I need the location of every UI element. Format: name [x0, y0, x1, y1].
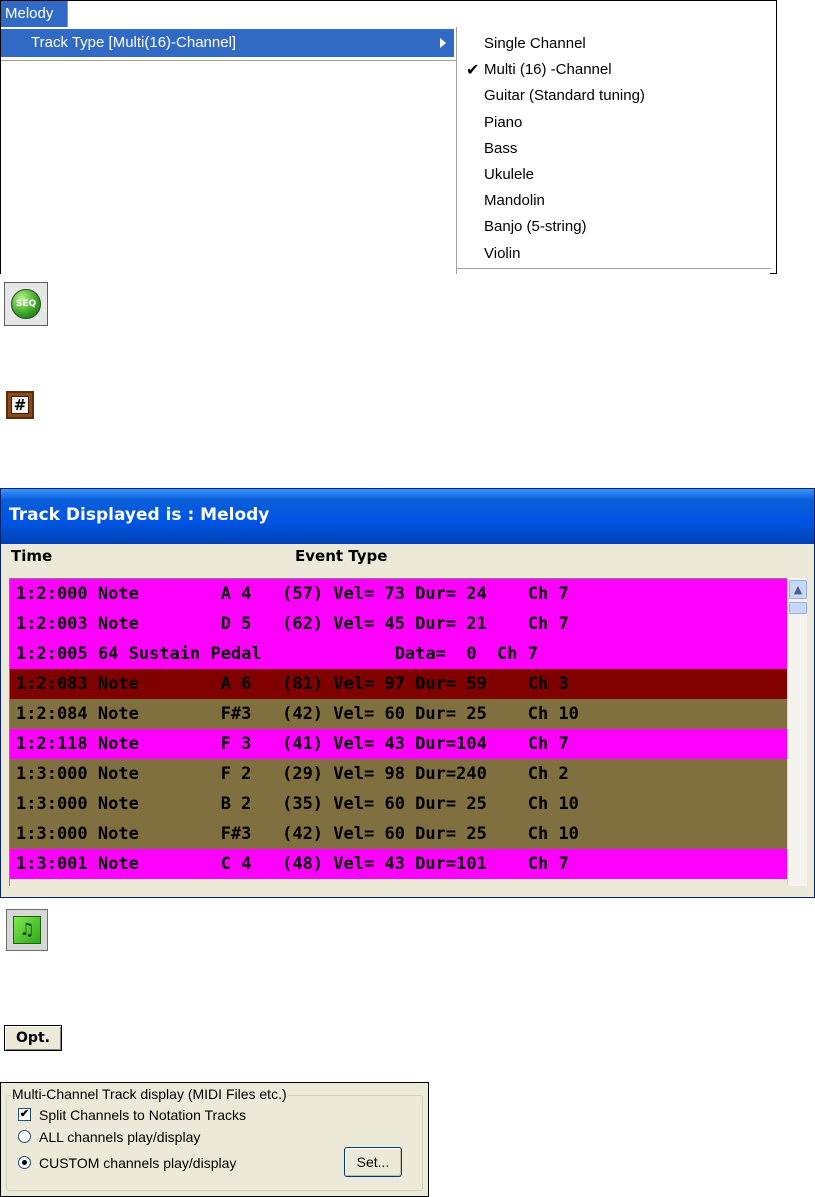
event-window-titlebar: Track Displayed is : Melody: [1, 489, 814, 544]
submenu-item[interactable]: Single Channel: [484, 34, 586, 54]
opt-button[interactable]: Opt.: [4, 1025, 62, 1051]
seq-icon[interactable]: SEQ: [4, 282, 48, 326]
custom-channels-radio[interactable]: [18, 1156, 31, 1169]
column-header-bar: Time Event Type: [1, 544, 814, 568]
menu-separator: [1, 60, 456, 62]
submenu-arrow-icon: [440, 38, 446, 48]
event-row[interactable]: 1:2:083 Note A 6 (81) Vel= 97 Dur= 59 Ch…: [10, 669, 787, 699]
melody-menu-dropdown: Track Type [Multi(16)-Channel]: [1, 27, 456, 274]
event-row[interactable]: 1:3:001 Note C 4 (48) Vel= 43 Dur=101 Ch…: [10, 849, 787, 879]
submenu-item[interactable]: Banjo (5-string): [484, 217, 587, 237]
menu-item-track-type[interactable]: Track Type [Multi(16)-Channel]: [1, 29, 454, 57]
track-type-submenu: ✔ Single Channel Multi (16) -Channel Guita…: [456, 27, 771, 274]
radio-selected-dot: [22, 1160, 27, 1165]
custom-channels-label: CUSTOM channels play/display: [39, 1155, 237, 1171]
event-list[interactable]: 1:2:000 Note A 4 (57) Vel= 73 Dur= 24 Ch…: [9, 578, 787, 886]
hash-icon-label: #: [11, 396, 29, 414]
event-list-window: Track Displayed is : Melody Time Event T…: [0, 488, 815, 898]
event-row[interactable]: 1:2:084 Note F#3 (42) Vel= 60 Dur= 25 Ch…: [10, 699, 787, 729]
column-header-time[interactable]: Time: [11, 544, 52, 568]
split-channels-checkbox[interactable]: ✔: [18, 1108, 31, 1121]
all-channels-label: ALL channels play/display: [39, 1129, 201, 1145]
check-icon: ✔: [466, 60, 480, 79]
submenu-item[interactable]: Piano: [484, 113, 522, 133]
scroll-up-icon[interactable]: ▲: [789, 580, 807, 599]
event-row[interactable]: 1:2:005 64 Sustain Pedal Data= 0 Ch 7: [10, 639, 787, 669]
notation-icon[interactable]: ♫: [6, 909, 48, 951]
scroll-thumb[interactable]: [789, 602, 807, 614]
hash-icon[interactable]: #: [6, 391, 34, 419]
event-row[interactable]: 1:3:000 Note F#3 (42) Vel= 60 Dur= 25 Ch…: [10, 819, 787, 849]
event-window-title: Track Displayed is : Melody: [9, 505, 270, 525]
submenu-item[interactable]: Guitar (Standard tuning): [484, 86, 645, 106]
menu-item-track-type-label: Track Type [Multi(16)-Channel]: [31, 34, 237, 51]
submenu-separator: [457, 268, 771, 270]
event-row[interactable]: 1:2:118 Note F 3 (41) Vel= 43 Dur=104 Ch…: [10, 729, 787, 759]
event-row[interactable]: 1:2:003 Note D 5 (62) Vel= 45 Dur= 21 Ch…: [10, 609, 787, 639]
all-channels-radio[interactable]: [18, 1130, 31, 1143]
event-list-scrollbar[interactable]: ▲: [787, 578, 807, 886]
multi-channel-options-panel: Multi-Channel Track display (MIDI Files …: [0, 1082, 429, 1197]
event-row[interactable]: 1:3:000 Note B 2 (35) Vel= 60 Dur= 25 Ch…: [10, 789, 787, 819]
submenu-item[interactable]: Bass: [484, 139, 517, 159]
submenu-item[interactable]: Ukulele: [484, 165, 534, 185]
seq-icon-label: SEQ: [11, 289, 41, 319]
melody-menu-screenshot: Melody Track Type [Multi(16)-Channel] ✔ …: [0, 0, 777, 274]
column-header-event-type[interactable]: Event Type: [295, 544, 387, 568]
submenu-item[interactable]: Mandolin: [484, 191, 545, 211]
split-channels-label: Split Channels to Notation Tracks: [39, 1107, 246, 1123]
submenu-item[interactable]: Multi (16) -Channel: [484, 60, 612, 80]
set-button[interactable]: Set...: [344, 1147, 402, 1177]
event-row[interactable]: 1:3:000 Note F 2 (29) Vel= 98 Dur=240 Ch…: [10, 759, 787, 789]
menu-melody[interactable]: Melody: [1, 1, 68, 27]
event-row[interactable]: 1:2:000 Note A 4 (57) Vel= 73 Dur= 24 Ch…: [10, 579, 787, 609]
group-title: Multi-Channel Track display (MIDI Files …: [11, 1085, 288, 1103]
music-note-icon: ♫: [13, 916, 41, 944]
submenu-item[interactable]: Violin: [484, 244, 520, 264]
